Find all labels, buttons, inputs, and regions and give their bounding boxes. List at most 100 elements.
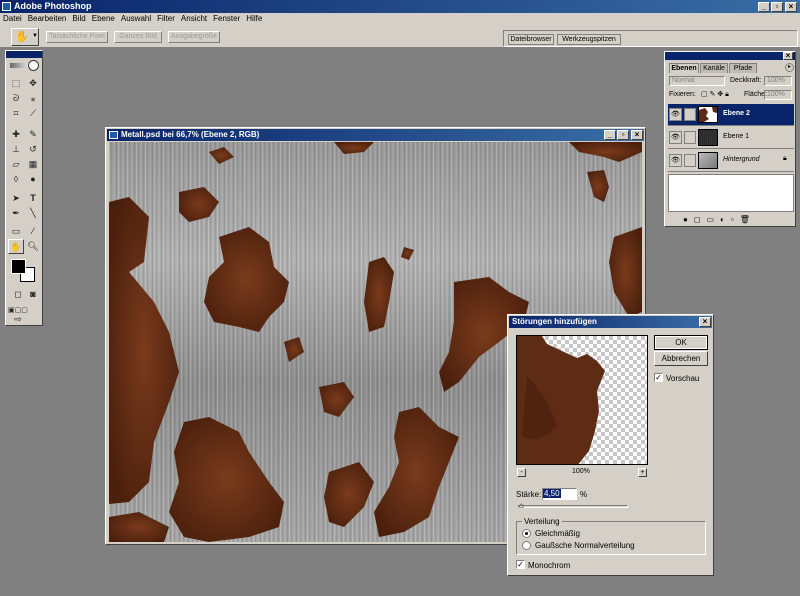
dodge-tool-icon[interactable]: ● — [25, 172, 41, 187]
menu-ebene[interactable]: Ebene — [89, 13, 118, 23]
move-tool-icon[interactable]: ✥ — [25, 76, 41, 91]
menu-bearbeiten[interactable]: Bearbeiten — [25, 13, 70, 23]
restore-icon[interactable]: ▫ — [771, 2, 783, 12]
ok-button[interactable]: OK — [654, 335, 708, 350]
doc-restore-icon[interactable]: ▫ — [617, 130, 629, 140]
fill-field[interactable]: 100% — [764, 90, 792, 100]
brushes-tab[interactable]: Werkzeugspitzen — [557, 34, 621, 45]
dialog-close-icon[interactable]: × — [699, 317, 711, 327]
amount-input[interactable]: 4,50 — [542, 488, 577, 500]
crop-tool-icon[interactable]: ⌗ — [8, 106, 24, 121]
eye-icon[interactable]: 👁︎ — [669, 108, 682, 121]
doc-close-icon[interactable]: × — [631, 130, 643, 140]
slice-tool-icon[interactable]: ⟋ — [25, 106, 41, 121]
tab-ebenen[interactable]: Ebenen — [669, 63, 699, 73]
gaussian-radio[interactable] — [522, 541, 531, 550]
brush-tool-icon[interactable]: ✎ — [25, 127, 41, 142]
layer-row-hintergrund[interactable]: 👁︎ Hintergrund 🔒︎ — [668, 150, 794, 172]
preview-label: Vorschau — [666, 374, 700, 383]
foreground-color-swatch[interactable] — [11, 259, 26, 274]
layer-row-ebene-1[interactable]: 👁︎ Ebene 1 — [668, 127, 794, 149]
link-icon[interactable] — [684, 154, 696, 167]
monochrome-checkbox[interactable]: ✓ — [516, 560, 525, 569]
hand-tool-icon[interactable]: ✋ — [8, 239, 24, 254]
zoom-tool-icon[interactable]: 🔍︎ — [25, 239, 41, 254]
toolbox-title-bar — [6, 51, 42, 58]
brush-link-icon[interactable] — [684, 108, 696, 121]
layer-actions-bar[interactable]: ●◻▭◐▫🗑︎ — [683, 215, 756, 224]
preview-checkbox[interactable]: ✓ — [654, 373, 663, 382]
palette-menu-icon[interactable]: ▸ — [785, 63, 794, 72]
layer-row-ebene-2[interactable]: 👁︎ Ebene 2 — [668, 104, 794, 126]
tab-kanaele[interactable]: Kanäle — [700, 63, 728, 73]
opacity-field[interactable]: 100% — [764, 76, 792, 86]
menu-fenster[interactable]: Fenster — [210, 13, 243, 23]
pen-tool-icon[interactable]: ✒ — [8, 206, 24, 221]
opacity-label: Deckkraft: — [730, 77, 762, 84]
notes-tool-icon[interactable]: ▭ — [8, 224, 24, 239]
magic-wand-icon[interactable]: ⁎ — [25, 91, 41, 106]
healing-brush-icon[interactable]: ✚ — [8, 127, 24, 142]
blur-tool-icon[interactable]: ◊ — [8, 172, 24, 187]
blend-mode-select[interactable]: Normal — [669, 76, 725, 86]
type-tool-icon[interactable]: T — [25, 191, 41, 206]
eraser-tool-icon[interactable]: ▱ — [8, 157, 24, 172]
adjustment-layer-icon[interactable]: ◐ — [720, 215, 731, 224]
close-icon[interactable]: × — [785, 2, 797, 12]
actual-pixels-button[interactable]: Tatsächliche Pixel — [46, 31, 108, 43]
new-layer-icon[interactable]: ▫ — [731, 215, 740, 224]
options-bar: ✋ ▼ Tatsächliche Pixel Ganzes Bild Ausga… — [0, 26, 800, 48]
amount-slider-thumb[interactable]: ⌂ — [519, 501, 524, 510]
file-browser-tab[interactable]: Dateibrowser — [508, 34, 554, 45]
print-size-button[interactable]: Ausgabegröße — [168, 31, 220, 43]
adobe-online-icon[interactable] — [8, 60, 40, 72]
gaussian-label: Gaußsche Normalverteilung — [535, 541, 635, 550]
document-title: Metall.psd bei 66,7% (Ebene 2, RGB) — [121, 130, 260, 139]
new-set-icon[interactable]: ▭ — [706, 215, 720, 224]
doc-minimize-icon[interactable]: _ — [604, 130, 616, 140]
lasso-tool-icon[interactable]: ᘐ — [8, 91, 24, 106]
menu-datei[interactable]: Datei — [0, 13, 25, 23]
fit-on-screen-button[interactable]: Ganzes Bild — [114, 31, 162, 43]
lock-icons[interactable]: ▢ ✎ ✥ 🔒︎ — [701, 90, 729, 99]
tab-pfade[interactable]: Pfade — [729, 63, 757, 73]
cancel-button[interactable]: Abbrechen — [654, 351, 708, 366]
menu-filter[interactable]: Filter — [154, 13, 178, 23]
tool-preset-picker[interactable]: ✋ ▼ — [11, 28, 39, 46]
zoom-in-button[interactable]: + — [638, 468, 647, 477]
layer-name[interactable]: Ebene 2 — [723, 110, 750, 117]
uniform-radio[interactable] — [522, 529, 531, 538]
eye-icon[interactable]: 👁︎ — [669, 131, 682, 144]
eye-icon[interactable]: 👁︎ — [669, 154, 682, 167]
menu-ansicht[interactable]: Ansicht — [178, 13, 210, 23]
path-select-icon[interactable]: ➤ — [8, 191, 24, 206]
layer-name[interactable]: Ebene 1 — [723, 133, 749, 140]
stamp-tool-icon[interactable]: ⊥ — [8, 142, 24, 157]
menu-bild[interactable]: Bild — [69, 13, 88, 23]
amount-slider-track[interactable] — [518, 505, 628, 508]
hand-tool-icon: ✋ — [15, 31, 29, 43]
minimize-icon[interactable]: _ — [758, 2, 770, 12]
zoom-out-button[interactable]: - — [517, 468, 526, 477]
marquee-tool-icon[interactable]: ⬚ — [8, 76, 24, 91]
standard-mode-icon[interactable]: ◻ — [10, 287, 26, 302]
trash-icon[interactable]: 🗑︎ — [740, 215, 756, 224]
document-title-bar: Metall.psd bei 66,7% (Ebene 2, RGB) _ ▫ … — [107, 129, 644, 141]
gradient-tool-icon[interactable]: ▦ — [25, 157, 41, 172]
layer-name[interactable]: Hintergrund — [723, 156, 760, 163]
mask-icon[interactable]: ◻ — [694, 215, 707, 224]
photoshop-icon — [2, 2, 11, 11]
line-tool-icon[interactable]: ╲ — [25, 206, 41, 221]
history-brush-icon[interactable]: ↺ — [25, 142, 41, 157]
palette-close-icon[interactable]: × — [783, 52, 793, 60]
filter-preview[interactable] — [516, 335, 648, 465]
amount-unit: % — [580, 490, 588, 499]
layer-style-icon[interactable]: ● — [683, 215, 694, 224]
link-icon[interactable] — [684, 131, 696, 144]
menu-auswahl[interactable]: Auswahl — [118, 13, 154, 23]
quick-mask-icon[interactable]: ◙ — [25, 287, 41, 302]
document-icon — [109, 131, 118, 139]
eyedropper-icon[interactable]: ⁄ — [25, 224, 41, 239]
menu-hilfe[interactable]: Hilfe — [243, 13, 265, 23]
jump-to-imageready-icon[interactable]: ⇨ — [10, 312, 26, 327]
